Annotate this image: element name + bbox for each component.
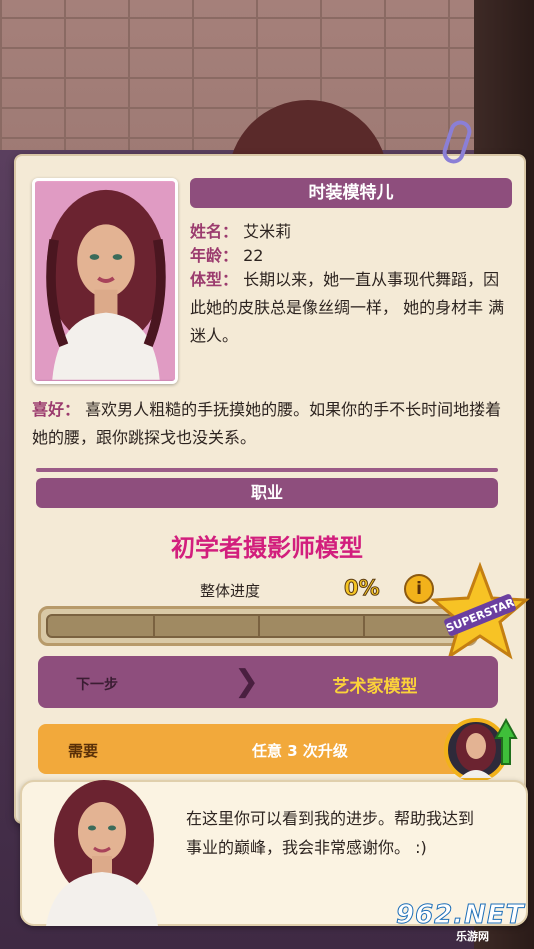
age-row: 年龄： 22 — [190, 242, 263, 266]
upgrade-avatar-icon[interactable] — [444, 714, 518, 784]
body-label: 体型： — [190, 270, 239, 289]
progress-segment-divider — [363, 616, 365, 636]
requirement-label: 需要 — [68, 742, 99, 760]
progress-bar-inner — [46, 614, 470, 638]
hobby-row: 喜好： 喜欢男人粗糙的手抚摸她的腰。如果你的手不长时间地搂着她的腰，跟你跳探戈也… — [32, 396, 512, 452]
name-label: 姓名： — [190, 222, 239, 241]
next-career-level: 艺术家模型 — [332, 677, 418, 697]
age-value: 22 — [243, 246, 264, 265]
progress-segment-divider — [153, 616, 155, 636]
superstar-star-icon: SUPERSTAR — [430, 562, 530, 660]
speech-text: 在这里你可以看到我的进步。帮助我达到事业的巅峰，我会非常感谢你。 :) — [186, 809, 475, 857]
progress-label: 整体进度 — [200, 582, 261, 600]
age-label: 年龄： — [190, 246, 239, 265]
watermark-sub: 乐游网 — [456, 930, 489, 943]
speaker-avatar — [46, 780, 158, 926]
hobby-label: 喜好： — [32, 400, 81, 419]
body-row: 体型： 长期以来，她一直从事现代舞蹈，因此她的皮肤总是像丝绸一样， 她的身材丰 … — [190, 266, 506, 350]
progress-percent: 0% — [344, 576, 381, 601]
name-row: 姓名： 艾米莉 — [190, 218, 291, 242]
chevron-right-icon: ❯ — [234, 664, 260, 699]
body-value: 长期以来，她一直从事现代舞蹈，因此她的皮肤总是像丝绸一样， 她的身材丰 满迷人。 — [190, 270, 505, 345]
career-section-title: 职业 — [36, 478, 498, 508]
profile-title: 时装模特儿 — [190, 178, 512, 208]
next-step-label: 下一步 — [76, 677, 118, 693]
progress-segment-divider — [258, 616, 260, 636]
name-value: 艾米莉 — [243, 222, 292, 241]
requirement-value: 任意 3 次升级 — [252, 742, 348, 760]
watermark-logo: 962.NET — [395, 900, 525, 931]
section-divider — [36, 468, 498, 472]
current-career-level: 初学者摄影师模型 — [171, 534, 363, 562]
hobby-value: 喜欢男人粗糙的手抚摸她的腰。如果你的手不长时间地搂着她的腰，跟你跳探戈也没关系。 — [32, 400, 502, 447]
character-portrait — [32, 178, 178, 384]
progress-bar — [38, 606, 478, 646]
